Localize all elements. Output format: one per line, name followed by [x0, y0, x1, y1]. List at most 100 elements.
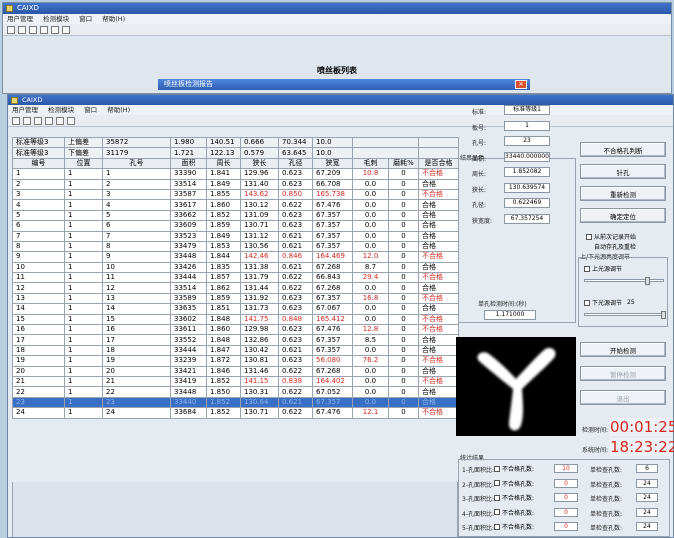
table-row[interactable]: 12 1 12 33514 1.862 131.44 0.622 67.268 0.0 0 合格: [12, 282, 459, 294]
menu-item-window[interactable]: 窗口: [79, 15, 92, 23]
upper-light-slider[interactable]: [584, 277, 664, 285]
table-row[interactable]: 8 1 8 33479 1.853 130.56 0.621 67.357 0.0 0 合格: [12, 240, 459, 253]
background-titlebar[interactable]: CAIXD: [3, 3, 671, 14]
tool-icon[interactable]: [62, 26, 70, 34]
lower-light-checkbox[interactable]: 下光源调节 25: [584, 298, 635, 307]
column-header[interactable]: 狭宽: [312, 157, 353, 170]
unqualified-checkbox[interactable]: 不合格孔数:: [494, 479, 534, 488]
table-row[interactable]: 16 1 16 33611 1.860 129.98 0.623 67.476 12.8 0 不合格: [12, 324, 459, 336]
table-cell: 67.067: [312, 303, 353, 315]
table-cell: 0: [388, 396, 419, 409]
tool-icon[interactable]: [12, 117, 20, 125]
table-cell: 24: [102, 407, 171, 419]
table-row[interactable]: 20 1 20 33421 1.846 131.46 0.622 67.268 0.0 0 合格: [12, 365, 459, 378]
table-row[interactable]: 24 1 24 33684 1.852 130.71 0.622 67.476 12.1 0 不合格: [12, 407, 459, 419]
unqualified-count-field[interactable]: 0: [554, 493, 578, 502]
upper-light-checkbox[interactable]: 上光源调节: [584, 264, 622, 273]
table-row[interactable]: 3 1 3 33587 1.855 143.62 0.850 165.738 0.0 0 不合格: [12, 188, 459, 201]
table-row[interactable]: 21 1 21 33419 1.852 141.15 0.838 164.402 0.0 0 不合格: [12, 375, 459, 388]
close-icon[interactable]: ×: [515, 80, 527, 89]
unqualified-checkbox[interactable]: 不合格孔数:: [494, 464, 534, 473]
standard-cell: [418, 136, 459, 149]
column-header[interactable]: 毛刺: [352, 157, 389, 170]
table-cell: 33684: [170, 407, 207, 419]
unqualified-count-field[interactable]: 0: [554, 507, 578, 517]
tool-icon[interactable]: [67, 117, 75, 125]
menu-item-detect[interactable]: 检测模块: [43, 15, 69, 23]
table-row[interactable]: 9 1 9 33448 1.844 142.46 0.846 164.469 12.0 0 不合格: [12, 251, 459, 263]
table-row[interactable]: 2 1 2 33514 1.849 131.40 0.623 66.708 0.0 0 合格: [12, 178, 459, 190]
hole-button[interactable]: 针孔: [580, 164, 666, 179]
menu-item-help[interactable]: 帮助(H): [107, 106, 130, 114]
unqualified-count-field[interactable]: 10: [554, 464, 578, 473]
unqualified-checkbox[interactable]: 不合格孔数:: [494, 508, 534, 517]
tool-icon[interactable]: [56, 117, 64, 125]
table-cell: 1.844: [206, 251, 241, 263]
confirm-position-button[interactable]: 确定定位: [580, 208, 666, 223]
menu-item-window[interactable]: 窗口: [84, 106, 97, 114]
table-row[interactable]: 11 1 11 33444 1.857 131.79 0.622 66.843 29.4 0 不合格: [12, 272, 459, 284]
lower-light-value: 25: [627, 299, 635, 306]
unqualified-count-field[interactable]: 0: [554, 522, 578, 531]
table-cell: 17: [102, 334, 171, 346]
table-row[interactable]: 19 1 19 33239 1.872 130.81 0.623 56.080 76.2 0 不合格: [12, 355, 459, 367]
column-header[interactable]: 孔号: [102, 157, 171, 170]
table-row[interactable]: 10 1 10 33426 1.835 131.38 0.621 67.268 8.7 0 合格: [12, 261, 459, 274]
table-cell: 不合格: [418, 272, 459, 284]
table-cell: 22: [12, 386, 65, 398]
menu-item-help[interactable]: 帮助(H): [102, 15, 125, 23]
lower-light-slider[interactable]: [584, 311, 666, 319]
table-cell: 0.0: [352, 313, 389, 326]
report-dialog-titlebar[interactable]: 喷丝板检测报告 ×: [158, 79, 530, 90]
table-row[interactable]: 15 1 15 33602 1.848 141.75 0.848 165.412 0.0 0 不合格: [12, 313, 459, 326]
column-header[interactable]: 孔径: [278, 157, 313, 170]
slider-thumb[interactable]: [645, 277, 650, 285]
menu-item-user[interactable]: 用户管理: [7, 15, 33, 23]
menu-item-detect[interactable]: 检测模块: [48, 106, 74, 114]
tool-icon[interactable]: [34, 117, 42, 125]
table-cell: 23: [12, 396, 65, 409]
table-row[interactable]: 1 1 1 33390 1.841 129.96 0.623 67.209 10.8 0 不合格: [12, 168, 459, 180]
tool-icon[interactable]: [7, 26, 15, 34]
table-row[interactable]: 7 1 7 33523 1.849 131.12 0.621 67.357 0.0 0 合格: [12, 230, 459, 242]
table-row[interactable]: 23 1 23 33440 1.852 130.64 0.621 67.357 0.0 0 合格: [12, 396, 459, 409]
table-row[interactable]: 5 1 5 33662 1.852 131.09 0.623 67.357 0.0 0 合格: [12, 209, 459, 222]
table-row[interactable]: 13 1 13 33589 1.859 131.92 0.623 67.357 16.8 0 不合格: [12, 292, 459, 305]
tool-icon[interactable]: [29, 26, 37, 34]
tool-icon[interactable]: [23, 117, 31, 125]
stop-button[interactable]: 退出: [580, 390, 666, 405]
tool-icon[interactable]: [18, 26, 26, 34]
slider-thumb[interactable]: [661, 311, 666, 319]
unqualified-checkbox[interactable]: 不合格孔数:: [494, 493, 534, 502]
column-header[interactable]: 周长: [206, 157, 241, 170]
table-cell: 1.860: [206, 324, 241, 336]
table-row[interactable]: 17 1 17 33552 1.848 132.86 0.623 67.357 8.5 0 合格: [12, 334, 459, 346]
recheck-button[interactable]: 重新检测: [580, 186, 666, 201]
standard-cell: 0.666: [240, 136, 279, 149]
menu-item-user[interactable]: 用户管理: [12, 106, 38, 114]
column-header[interactable]: 位置: [64, 157, 103, 170]
table-row[interactable]: 14 1 14 33635 1.851 131.73 0.623 67.067 0.0 0 合格: [12, 303, 459, 315]
unqualified-hole-button[interactable]: 不合格孔判断: [580, 142, 666, 157]
pause-detect-button[interactable]: 暂停检测: [580, 366, 666, 381]
column-header[interactable]: 磨耗%: [388, 157, 419, 170]
table-row[interactable]: 6 1 6 33609 1.859 130.71 0.623 67.357 0.0 0 合格: [12, 220, 459, 232]
column-header[interactable]: 编号: [12, 157, 65, 170]
unqualified-count-field[interactable]: 0: [554, 478, 578, 488]
unqualified-checkbox[interactable]: 不合格孔数:: [494, 522, 534, 531]
from-last-checkbox[interactable]: 从前次记录开始: [586, 232, 636, 241]
tool-icon[interactable]: [51, 26, 59, 34]
auto-save-checkbox[interactable]: 自动存孔及重检: [594, 242, 636, 251]
main-titlebar[interactable]: CAIXD: [8, 95, 673, 105]
column-header[interactable]: 是否合格: [418, 157, 459, 170]
start-detect-button[interactable]: 开始检测: [580, 342, 666, 357]
table-row[interactable]: 4 1 4 33617 1.860 130.12 0.622 67.476 0.0 0 合格: [12, 199, 459, 211]
tool-icon[interactable]: [45, 117, 53, 125]
column-header[interactable]: 狭长: [240, 157, 279, 170]
table-row[interactable]: 22 1 22 33448 1.850 130.31 0.622 67.052 0.0 0 合格: [12, 386, 459, 398]
from-last-label: 从前次记录开始: [594, 234, 637, 241]
table-row[interactable]: 18 1 18 33444 1.847 130.42 0.621 67.357 0.0 0 合格: [12, 344, 459, 357]
tool-icon[interactable]: [40, 26, 48, 34]
column-header[interactable]: 面积: [170, 157, 207, 170]
table-cell: 0: [388, 272, 419, 284]
